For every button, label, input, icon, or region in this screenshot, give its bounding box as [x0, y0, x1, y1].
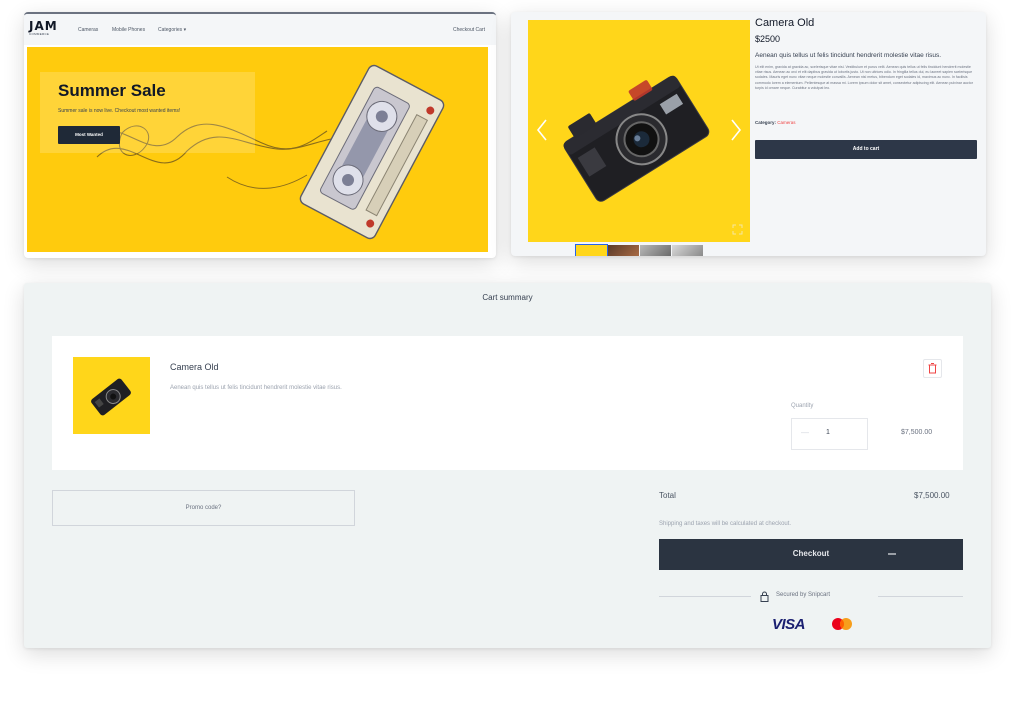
- camera-thumbnail-image: [91, 378, 131, 416]
- expand-icon[interactable]: [732, 224, 743, 235]
- product-image-gallery: [528, 20, 750, 242]
- trash-icon: [928, 363, 937, 374]
- quantity-value: 1: [826, 429, 830, 436]
- logo-text: JAM: [29, 19, 58, 33]
- product-long-description: Ut elit enim, gravida at gravida ac, sce…: [755, 65, 973, 90]
- cart-item-name: Camera Old: [170, 362, 219, 372]
- thumbnail-4[interactable]: [672, 245, 703, 256]
- gallery-thumbnails: [575, 244, 703, 256]
- jam-logo[interactable]: JAM COMMERCE: [29, 19, 67, 37]
- quantity-label: Quantity: [791, 403, 814, 409]
- promo-code-button[interactable]: Promo code?: [52, 490, 355, 526]
- hero-title: Summer Sale: [58, 81, 166, 100]
- checkout-button[interactable]: Checkout: [659, 539, 963, 570]
- remove-item-button[interactable]: [923, 359, 942, 378]
- add-to-cart-button[interactable]: Add to cart: [755, 140, 977, 159]
- nav-link-checkout-cart[interactable]: Checkout Cart: [453, 27, 485, 33]
- checkout-button-label: Checkout: [792, 549, 830, 558]
- category-link[interactable]: Cameras: [777, 120, 795, 125]
- product-category: Category: Cameras: [755, 120, 796, 125]
- product-title: Camera Old: [755, 17, 815, 29]
- divider-right: [878, 596, 963, 597]
- cart-summary-panel: Cart summary Camera Old Aenean quis tell…: [24, 283, 991, 648]
- hero-banner: Summer Sale Summer sale is now live. Che…: [27, 47, 488, 252]
- quantity-stepper[interactable]: — 1: [791, 418, 868, 450]
- chevron-down-icon: ▾: [183, 27, 187, 33]
- decrease-quantity-button[interactable]: —: [801, 428, 809, 437]
- storefront-home-preview: JAM COMMERCE Cameras Mobile Phones Categ…: [24, 12, 496, 258]
- top-navigation: JAM COMMERCE Cameras Mobile Phones Categ…: [24, 14, 496, 45]
- shipping-note: Shipping and taxes will be calculated at…: [659, 521, 792, 527]
- thumbnail-2[interactable]: [608, 245, 639, 256]
- cart-line-item: Camera Old Aenean quis tellus ut felis t…: [52, 336, 963, 470]
- lock-icon: [760, 591, 769, 602]
- cart-summary-title: Cart summary: [482, 293, 533, 302]
- camera-image: [563, 75, 710, 202]
- cart-item-description: Aenean quis tellus ut felis tincidunt he…: [170, 385, 342, 391]
- cart-item-line-total: $7,500.00: [901, 429, 933, 436]
- logo-subtext: COMMERCE: [29, 32, 50, 36]
- product-price: $2500: [755, 34, 781, 44]
- secured-by-text: Secured by Snipcart: [776, 592, 831, 598]
- total-value: $7,500.00: [914, 491, 950, 500]
- most-wanted-button[interactable]: Most Wanted: [58, 126, 120, 144]
- arrow-right-icon: [888, 553, 896, 555]
- category-label: Category:: [755, 120, 777, 125]
- product-short-description: Aenean quis tellus ut felis tincidunt he…: [755, 52, 942, 59]
- chevron-right-icon[interactable]: [730, 118, 742, 142]
- thumbnail-3[interactable]: [640, 245, 671, 256]
- thumbnail-1[interactable]: [575, 244, 608, 256]
- secured-by-snipcart: Secured by Snipcart: [659, 590, 963, 602]
- chevron-left-icon[interactable]: [536, 118, 548, 142]
- divider-left: [659, 596, 751, 597]
- nav-link-cameras[interactable]: Cameras: [78, 27, 98, 33]
- visa-logo: VISA: [772, 616, 806, 633]
- product-detail-preview: Camera Old $2500 Aenean quis tellus ut f…: [511, 12, 986, 256]
- mastercard-logo: [832, 618, 852, 630]
- nav-link-categories[interactable]: Categories ▾: [158, 27, 186, 33]
- total-label: Total: [659, 491, 676, 500]
- hero-text-panel: Summer Sale Summer sale is now live. Che…: [40, 72, 255, 153]
- hero-subtitle: Summer sale is now live. Checkout most w…: [58, 108, 181, 114]
- cart-item-image: [73, 357, 150, 434]
- nav-link-mobile-phones[interactable]: Mobile Phones: [112, 27, 145, 33]
- nav-categories-label: Categories: [158, 27, 183, 33]
